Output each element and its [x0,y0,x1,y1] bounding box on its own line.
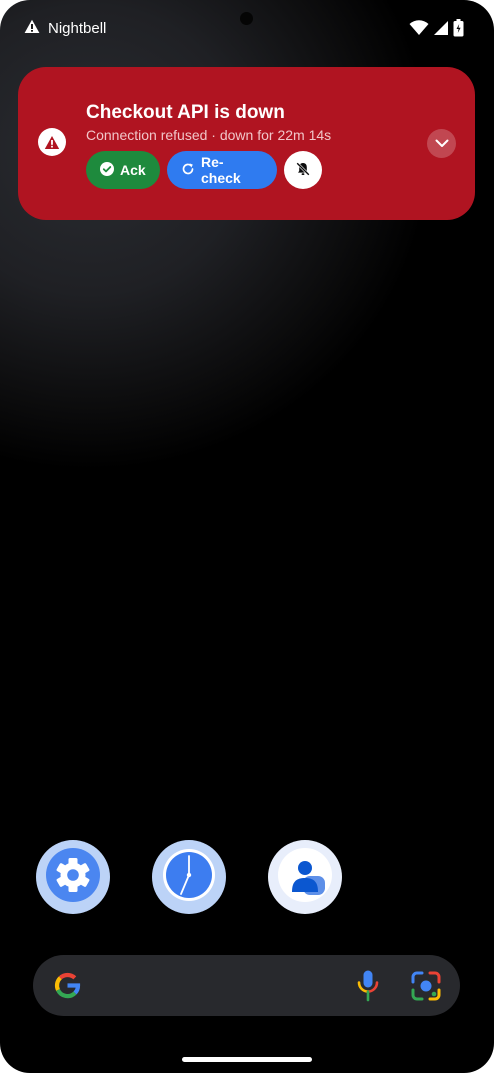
google-g-icon [53,971,82,1005]
gear-icon [45,847,101,908]
warning-icon [24,19,40,38]
ack-button[interactable]: Ack [86,151,160,189]
contacts-app-icon[interactable] [268,840,342,914]
expand-button[interactable] [427,129,456,158]
notification-actions: Ack Re-check [86,151,322,189]
person-icon [275,845,335,910]
cell-signal-icon [433,20,449,41]
lens-icon[interactable] [410,970,442,1007]
mute-button[interactable] [284,151,322,189]
bell-off-icon [295,161,311,180]
recheck-label: Re-check [201,154,241,186]
battery-icon [453,19,464,42]
microphone-icon[interactable] [355,969,381,1007]
wifi-icon [409,20,429,41]
chevron-down-icon [435,135,449,153]
check-circle-icon [100,161,114,179]
ack-label: Ack [120,162,146,178]
notification-subtitle: Connection refused · down for 22m 14s [86,127,332,143]
status-right [409,19,464,42]
recheck-button[interactable]: Re-check [167,151,277,189]
home-screen: Nightbell Checkout API is down Connectio… [0,0,494,1073]
status-left: Nightbell [24,19,106,38]
clock-app-icon[interactable] [152,840,226,914]
google-search-bar[interactable] [33,955,460,1016]
status-bar: Nightbell [0,0,494,56]
alert-notification[interactable]: Checkout API is down Connection refused … [18,67,475,220]
clock-icon [160,846,218,909]
settings-app-icon[interactable] [36,840,110,914]
notification-title: Checkout API is down [86,102,285,123]
refresh-icon [181,162,195,179]
status-app-name: Nightbell [48,20,107,37]
gesture-handle[interactable] [182,1057,312,1062]
warning-icon [38,128,66,156]
